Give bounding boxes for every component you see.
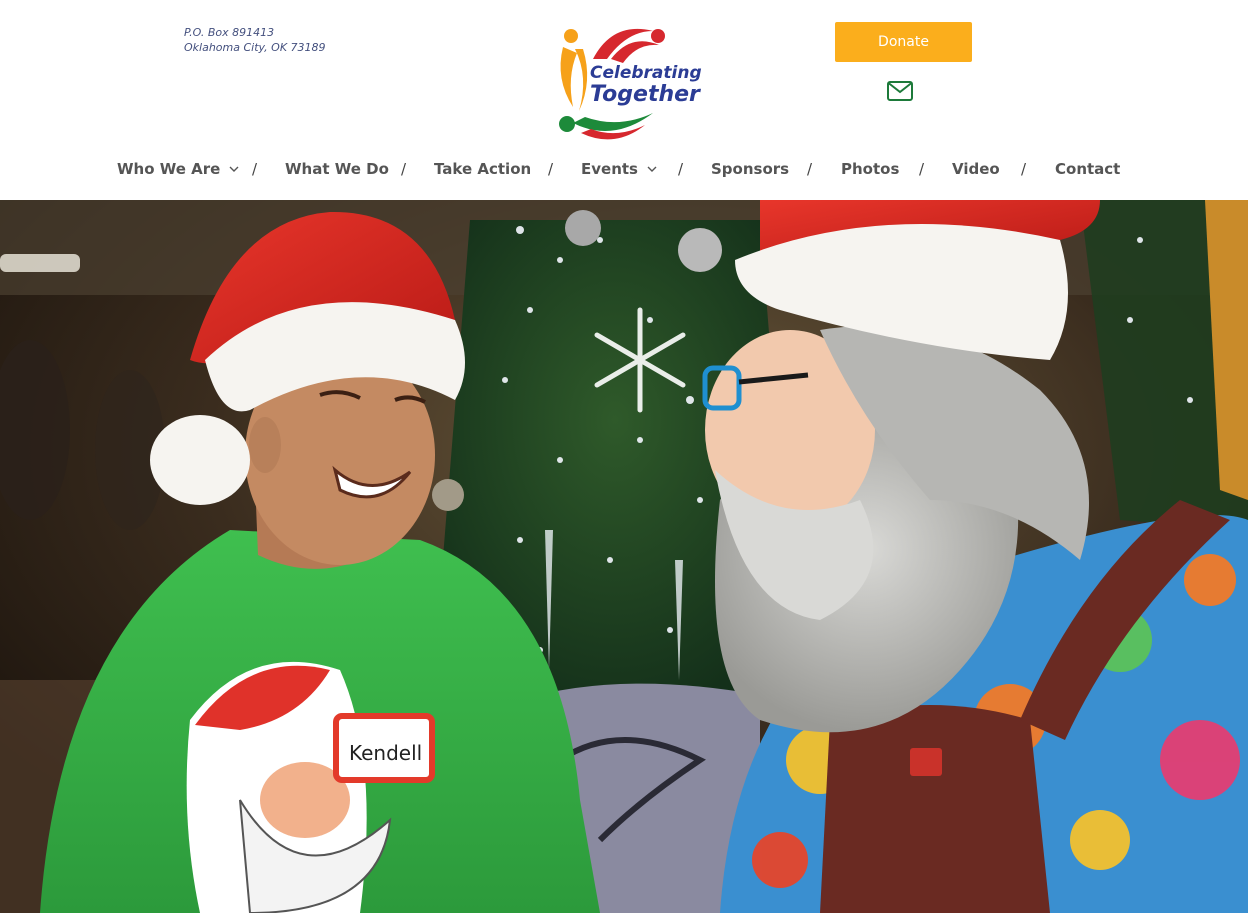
address-line-1: P.O. Box 891413 bbox=[184, 26, 275, 39]
donate-button[interactable]: Donate bbox=[835, 22, 972, 62]
address-line-2: Oklahoma City, OK 73189 bbox=[184, 41, 326, 54]
nav-label-photos: Photos bbox=[841, 160, 900, 178]
nav-label-contact: Contact bbox=[1055, 160, 1121, 178]
nav-separator: / bbox=[252, 160, 258, 178]
nav-item-who-we-are[interactable]: Who We Are bbox=[117, 158, 239, 180]
hero-photo: Kendell bbox=[0, 200, 1248, 913]
chevron-down-icon bbox=[647, 166, 657, 172]
nav-separator: / bbox=[548, 160, 554, 178]
nav-label-who-we-are: Who We Are bbox=[117, 160, 221, 178]
nav-item-photos[interactable]: Photos bbox=[841, 158, 899, 180]
nav-separator: / bbox=[807, 160, 813, 178]
main-navigation: Who We Are / What We Do / Take Action / … bbox=[0, 158, 1248, 180]
nav-item-events[interactable]: Events bbox=[581, 158, 657, 180]
nav-label-video: Video bbox=[952, 160, 1000, 178]
nav-label-sponsors: Sponsors bbox=[711, 160, 790, 178]
chevron-down-icon bbox=[229, 166, 239, 172]
nav-separator: / bbox=[678, 160, 684, 178]
site-header: P.O. Box 891413 Oklahoma City, OK 73189 … bbox=[0, 0, 1248, 200]
logo-text-line-1: Celebrating bbox=[590, 63, 702, 83]
nav-label-take-action: Take Action bbox=[434, 160, 532, 178]
celebrating-together-logo[interactable]: Celebrating Together bbox=[553, 19, 703, 144]
nav-item-what-we-do[interactable]: What We Do bbox=[285, 158, 389, 180]
mailing-address: P.O. Box 891413 Oklahoma City, OK 73189 bbox=[184, 25, 326, 55]
name-tag-text: Kendell bbox=[349, 741, 422, 765]
nav-label-events: Events bbox=[581, 160, 638, 178]
nav-separator: / bbox=[1021, 160, 1027, 178]
nav-separator: / bbox=[401, 160, 407, 178]
nav-item-sponsors[interactable]: Sponsors bbox=[711, 158, 789, 180]
logo-text-line-2: Together bbox=[590, 82, 701, 107]
nav-separator: / bbox=[919, 160, 925, 178]
envelope-icon[interactable] bbox=[886, 80, 914, 102]
nav-item-contact[interactable]: Contact bbox=[1055, 158, 1120, 180]
nav-item-video[interactable]: Video bbox=[952, 158, 1000, 180]
nav-label-what-we-do: What We Do bbox=[285, 160, 389, 178]
nav-item-take-action[interactable]: Take Action bbox=[434, 158, 531, 180]
